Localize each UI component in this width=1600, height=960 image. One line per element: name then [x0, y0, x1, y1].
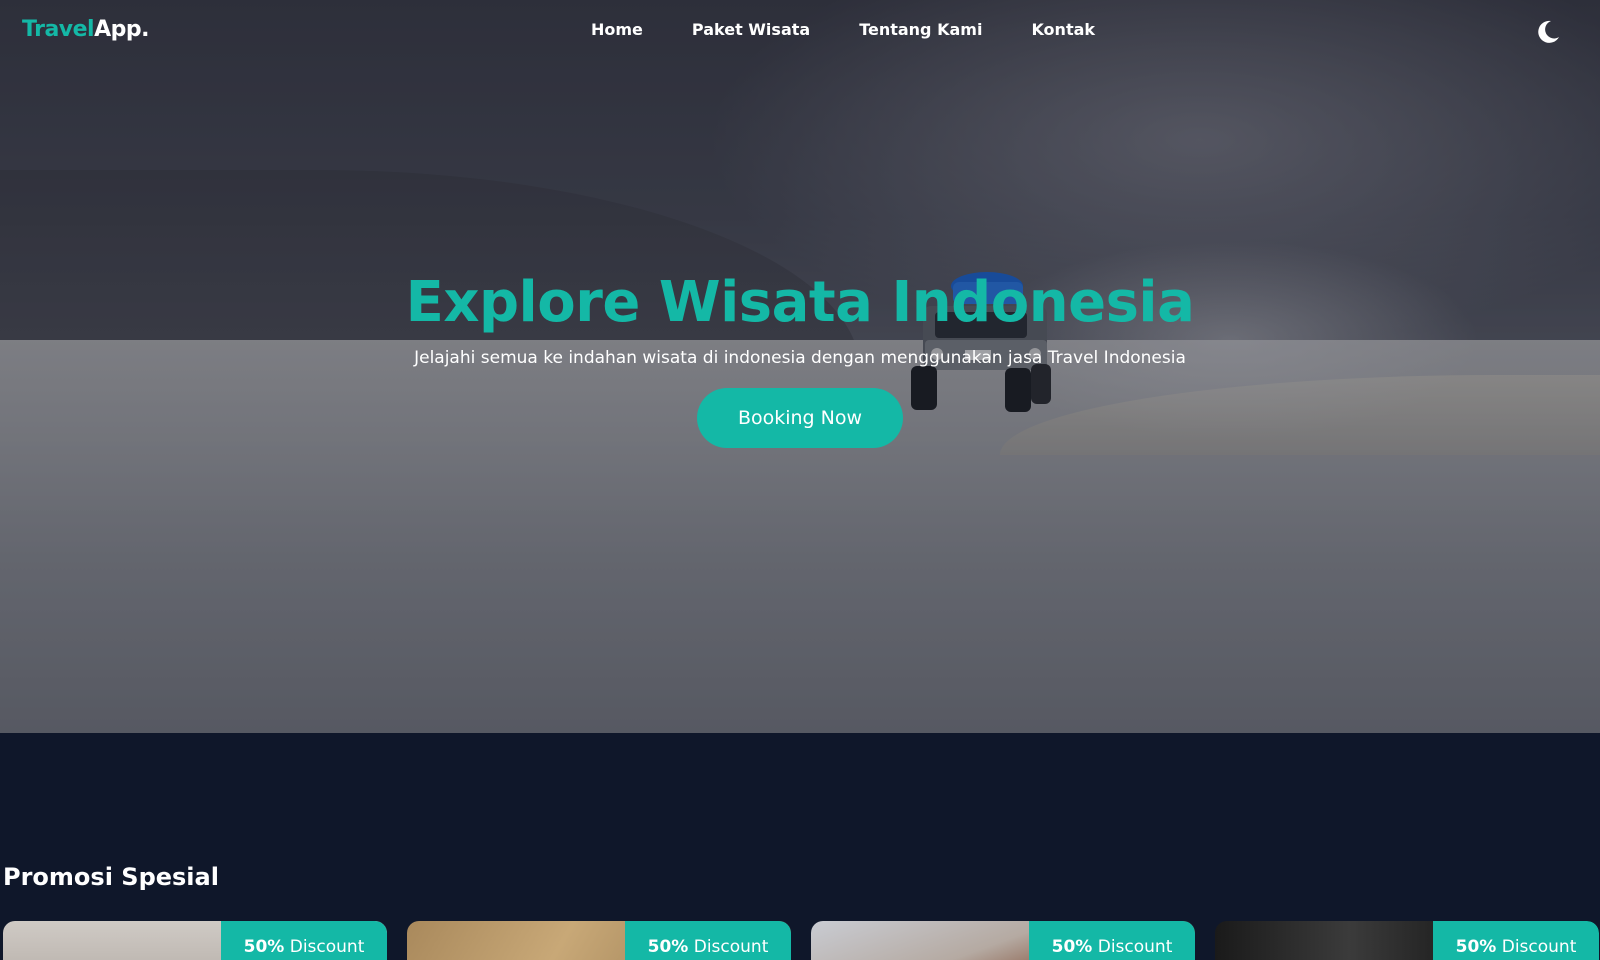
- promo-card-list: 50% Discount 50% Discount 50% Discount 5…: [0, 921, 1600, 960]
- discount-badge: 50% Discount: [221, 921, 387, 960]
- promo-card[interactable]: 50% Discount: [811, 921, 1195, 960]
- discount-label: Discount: [1097, 937, 1173, 957]
- nav-item-home[interactable]: Home: [591, 20, 643, 39]
- discount-badge: 50% Discount: [625, 921, 791, 960]
- discount-label: Discount: [1501, 937, 1577, 957]
- brand-logo-part2: App.: [94, 17, 149, 42]
- hero-content: Explore Wisata Indonesia Jelajahi semua …: [0, 268, 1600, 448]
- discount-value: 50%: [1455, 937, 1497, 957]
- promo-card[interactable]: 50% Discount: [1215, 921, 1599, 960]
- promo-section-title: Promosi Spesial: [3, 863, 219, 891]
- booking-now-button[interactable]: Booking Now: [697, 388, 903, 448]
- navbar: TravelApp. Home Paket Wisata Tentang Kam…: [0, 0, 1600, 66]
- nav-menu: Home Paket Wisata Tentang Kami Kontak: [591, 20, 1095, 39]
- brand-logo-part1: Travel: [22, 17, 95, 42]
- moon-icon[interactable]: [1534, 18, 1562, 46]
- discount-label: Discount: [693, 937, 769, 957]
- discount-label: Discount: [289, 937, 365, 957]
- nav-item-kontak[interactable]: Kontak: [1031, 20, 1095, 39]
- brand-logo[interactable]: TravelApp.: [22, 17, 149, 42]
- discount-badge: 50% Discount: [1029, 921, 1195, 960]
- hero-subtitle: Jelajahi semua ke indahan wisata di indo…: [414, 348, 1186, 368]
- nav-item-tentang-kami[interactable]: Tentang Kami: [859, 20, 982, 39]
- hero-title: Explore Wisata Indonesia: [405, 270, 1195, 335]
- promo-card[interactable]: 50% Discount: [3, 921, 387, 960]
- nav-item-paket-wisata[interactable]: Paket Wisata: [692, 20, 810, 39]
- discount-value: 50%: [1051, 937, 1093, 957]
- promo-card[interactable]: 50% Discount: [407, 921, 791, 960]
- discount-badge: 50% Discount: [1433, 921, 1599, 960]
- discount-value: 50%: [647, 937, 689, 957]
- discount-value: 50%: [243, 937, 285, 957]
